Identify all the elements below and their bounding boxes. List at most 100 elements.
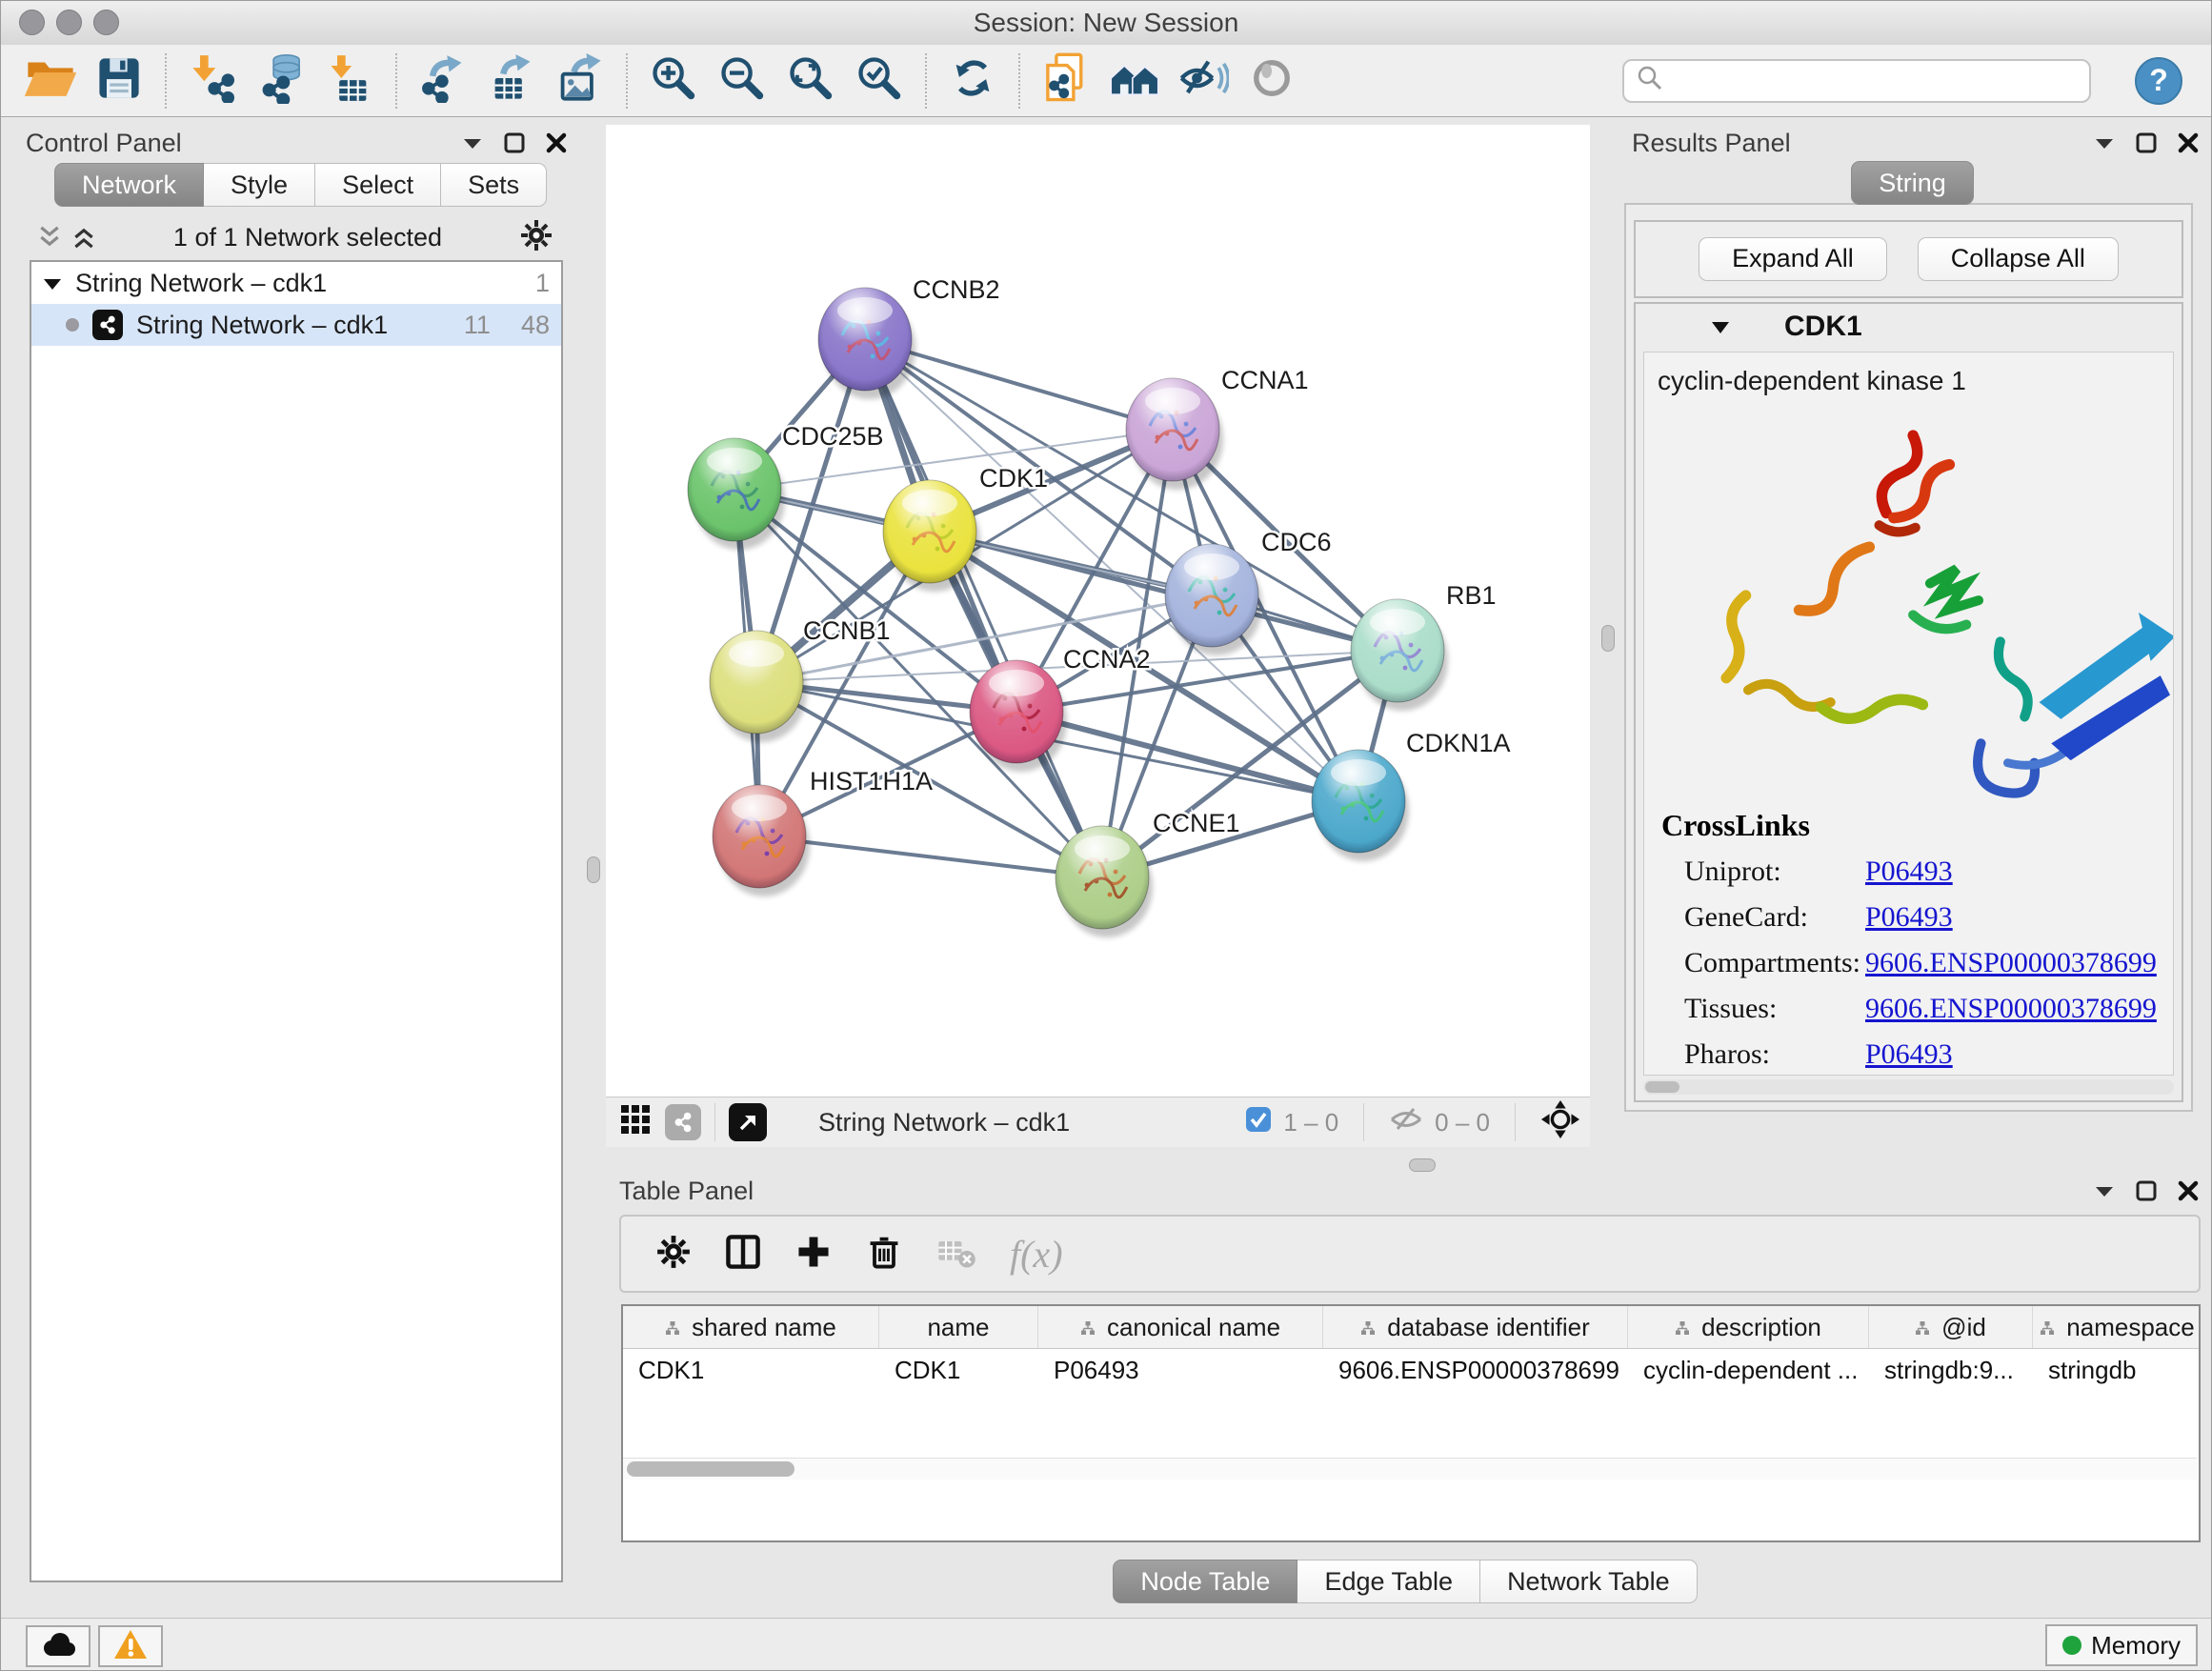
- table-hscrollbar[interactable]: [623, 1458, 2197, 1480]
- close-panel-icon[interactable]: [2178, 132, 2199, 158]
- network-node-RB1[interactable]: [1351, 599, 1448, 711]
- panel-menu-icon[interactable]: [462, 135, 483, 155]
- cloud-button[interactable]: [26, 1625, 90, 1667]
- tab-network[interactable]: Network: [54, 163, 204, 207]
- table-cell[interactable]: CDK1: [623, 1349, 879, 1391]
- tab-edge-table[interactable]: Edge Table: [1297, 1560, 1480, 1603]
- column-header-namespace[interactable]: namespace: [2033, 1306, 2201, 1348]
- column-header-name[interactable]: name: [879, 1306, 1038, 1348]
- table-cell[interactable]: cyclin-dependent ...: [1628, 1349, 1869, 1391]
- table-cell[interactable]: stringdb:9...: [1869, 1349, 2033, 1391]
- right-splitter-handle[interactable]: [1601, 625, 1615, 652]
- network-node-CCNE1[interactable]: [1056, 826, 1153, 937]
- close-panel-icon[interactable]: [546, 132, 567, 158]
- close-panel-icon[interactable]: [2178, 1180, 2199, 1206]
- selected-checkbox-icon[interactable]: [1245, 1106, 1272, 1139]
- column-header-database-identifier[interactable]: database identifier: [1323, 1306, 1628, 1348]
- string-home-button[interactable]: [1107, 52, 1162, 110]
- zoom-selected-button[interactable]: [852, 52, 907, 110]
- column-header-canonical-name[interactable]: canonical name: [1038, 1306, 1323, 1348]
- tab-network-table[interactable]: Network Table: [1480, 1560, 1698, 1603]
- network-node-HIST1H1A[interactable]: [713, 785, 810, 896]
- import-table-button[interactable]: [322, 52, 377, 110]
- zoom-out-button[interactable]: [714, 52, 770, 110]
- export-network-button[interactable]: [415, 52, 471, 110]
- help-button[interactable]: ?: [2135, 57, 2182, 105]
- expand-all-button[interactable]: Expand All: [1699, 237, 1887, 281]
- table-settings-gear-icon[interactable]: [655, 1234, 692, 1275]
- table-row[interactable]: CDK1CDK1P064939606.ENSP00000378699cyclin…: [623, 1349, 2199, 1391]
- bird-eye-view-icon[interactable]: [1540, 1099, 1580, 1146]
- float-panel-icon[interactable]: [2136, 1180, 2157, 1206]
- float-panel-icon[interactable]: [504, 132, 525, 158]
- network-options-gear-icon[interactable]: [519, 218, 553, 257]
- export-table-button[interactable]: [484, 52, 539, 110]
- column-header-description[interactable]: description: [1628, 1306, 1869, 1348]
- save-session-button[interactable]: [91, 52, 147, 110]
- apply-layout-button[interactable]: [945, 52, 1000, 110]
- table-cell[interactable]: P06493: [1038, 1349, 1323, 1391]
- network-collection-row[interactable]: String Network – cdk1 1: [31, 262, 561, 304]
- network-badge-icon[interactable]: [665, 1104, 701, 1140]
- hidden-eye-icon[interactable]: [1389, 1105, 1423, 1140]
- crosslink-link[interactable]: P06493: [1865, 901, 1953, 934]
- open-session-button[interactable]: [23, 52, 78, 110]
- export-image-button[interactable]: [553, 52, 608, 110]
- delete-column-icon[interactable]: [865, 1233, 903, 1276]
- collapse-all-button[interactable]: Collapse All: [1918, 237, 2119, 281]
- panel-menu-icon[interactable]: [2094, 135, 2115, 155]
- network-edge-HIST1H1A-CCNE1[interactable]: [759, 836, 1102, 877]
- import-network-from-database-button[interactable]: [253, 52, 309, 110]
- node-label-CCNA1: CCNA1: [1221, 366, 1309, 394]
- network-row-selected[interactable]: String Network – cdk1 11 48: [31, 304, 561, 346]
- search-input[interactable]: [1622, 59, 2091, 103]
- zoom-in-icon: [649, 53, 698, 108]
- crosslink-link[interactable]: 9606.ENSP00000378699: [1865, 993, 2157, 1025]
- network-node-CDKN1A[interactable]: [1312, 750, 1409, 861]
- expand-all-networks-icon[interactable]: [37, 225, 62, 250]
- crosslink-link[interactable]: P06493: [1865, 856, 1953, 888]
- tab-sets[interactable]: Sets: [441, 163, 547, 207]
- collection-expander-icon[interactable]: [43, 269, 62, 298]
- crosslink-row: Uniprot:P06493: [1644, 849, 2173, 895]
- detach-view-icon[interactable]: [729, 1103, 767, 1141]
- crosslink-link[interactable]: P06493: [1865, 1038, 1953, 1071]
- network-node-CDK1[interactable]: [883, 480, 980, 592]
- column-header--id[interactable]: @id: [1869, 1306, 2033, 1348]
- tab-node-table[interactable]: Node Table: [1113, 1560, 1297, 1603]
- network-node-CDC25B[interactable]: [688, 438, 785, 550]
- network-canvas[interactable]: CCNB2CCNA1CDC25BCDK1CDC6RB1CCNB1CCNA2CDK…: [606, 125, 1590, 1097]
- results-actions: Expand All Collapse All: [1634, 220, 2183, 298]
- tab-string[interactable]: String: [1851, 161, 1974, 205]
- left-splitter-handle[interactable]: [587, 856, 600, 883]
- network-node-CDC6[interactable]: [1165, 544, 1262, 655]
- float-panel-icon[interactable]: [2136, 132, 2157, 158]
- network-node-CCNA1[interactable]: [1126, 378, 1223, 490]
- show-hide-glass-ball-button[interactable]: [1176, 52, 1231, 110]
- glass-ball-button[interactable]: [1244, 52, 1299, 110]
- table-cell[interactable]: CDK1: [879, 1349, 1038, 1391]
- crosslink-link[interactable]: 9606.ENSP00000378699: [1865, 947, 2157, 979]
- grid-view-icon[interactable]: [619, 1103, 652, 1142]
- column-header-shared-name[interactable]: shared name: [623, 1306, 879, 1348]
- network-edge-CCNA2-CDKN1A[interactable]: [1016, 712, 1358, 801]
- add-column-icon[interactable]: [794, 1233, 833, 1276]
- tab-style[interactable]: Style: [204, 163, 315, 207]
- tab-select[interactable]: Select: [315, 163, 441, 207]
- horizontal-splitter-handle[interactable]: [1409, 1158, 1436, 1172]
- show-columns-icon[interactable]: [724, 1233, 762, 1276]
- table-cell[interactable]: stringdb: [2033, 1349, 2201, 1391]
- warnings-button[interactable]: [98, 1625, 163, 1667]
- network-edge-CCNB2-CCNE1[interactable]: [865, 339, 1102, 877]
- table-cell[interactable]: 9606.ENSP00000378699: [1323, 1349, 1628, 1391]
- zoom-in-button[interactable]: [646, 52, 701, 110]
- import-network-button[interactable]: [185, 52, 240, 110]
- zoom-fit-button[interactable]: [783, 52, 838, 110]
- results-scrollbar[interactable]: [1643, 1079, 2174, 1095]
- network-node-CCNB2[interactable]: [818, 288, 915, 399]
- section-expander-icon[interactable]: [1710, 311, 1731, 343]
- panel-menu-icon[interactable]: [2094, 1183, 2115, 1203]
- collapse-all-networks-icon[interactable]: [71, 225, 96, 250]
- import-string-document-button[interactable]: [1038, 52, 1094, 110]
- memory-button[interactable]: Memory: [2045, 1624, 2198, 1666]
